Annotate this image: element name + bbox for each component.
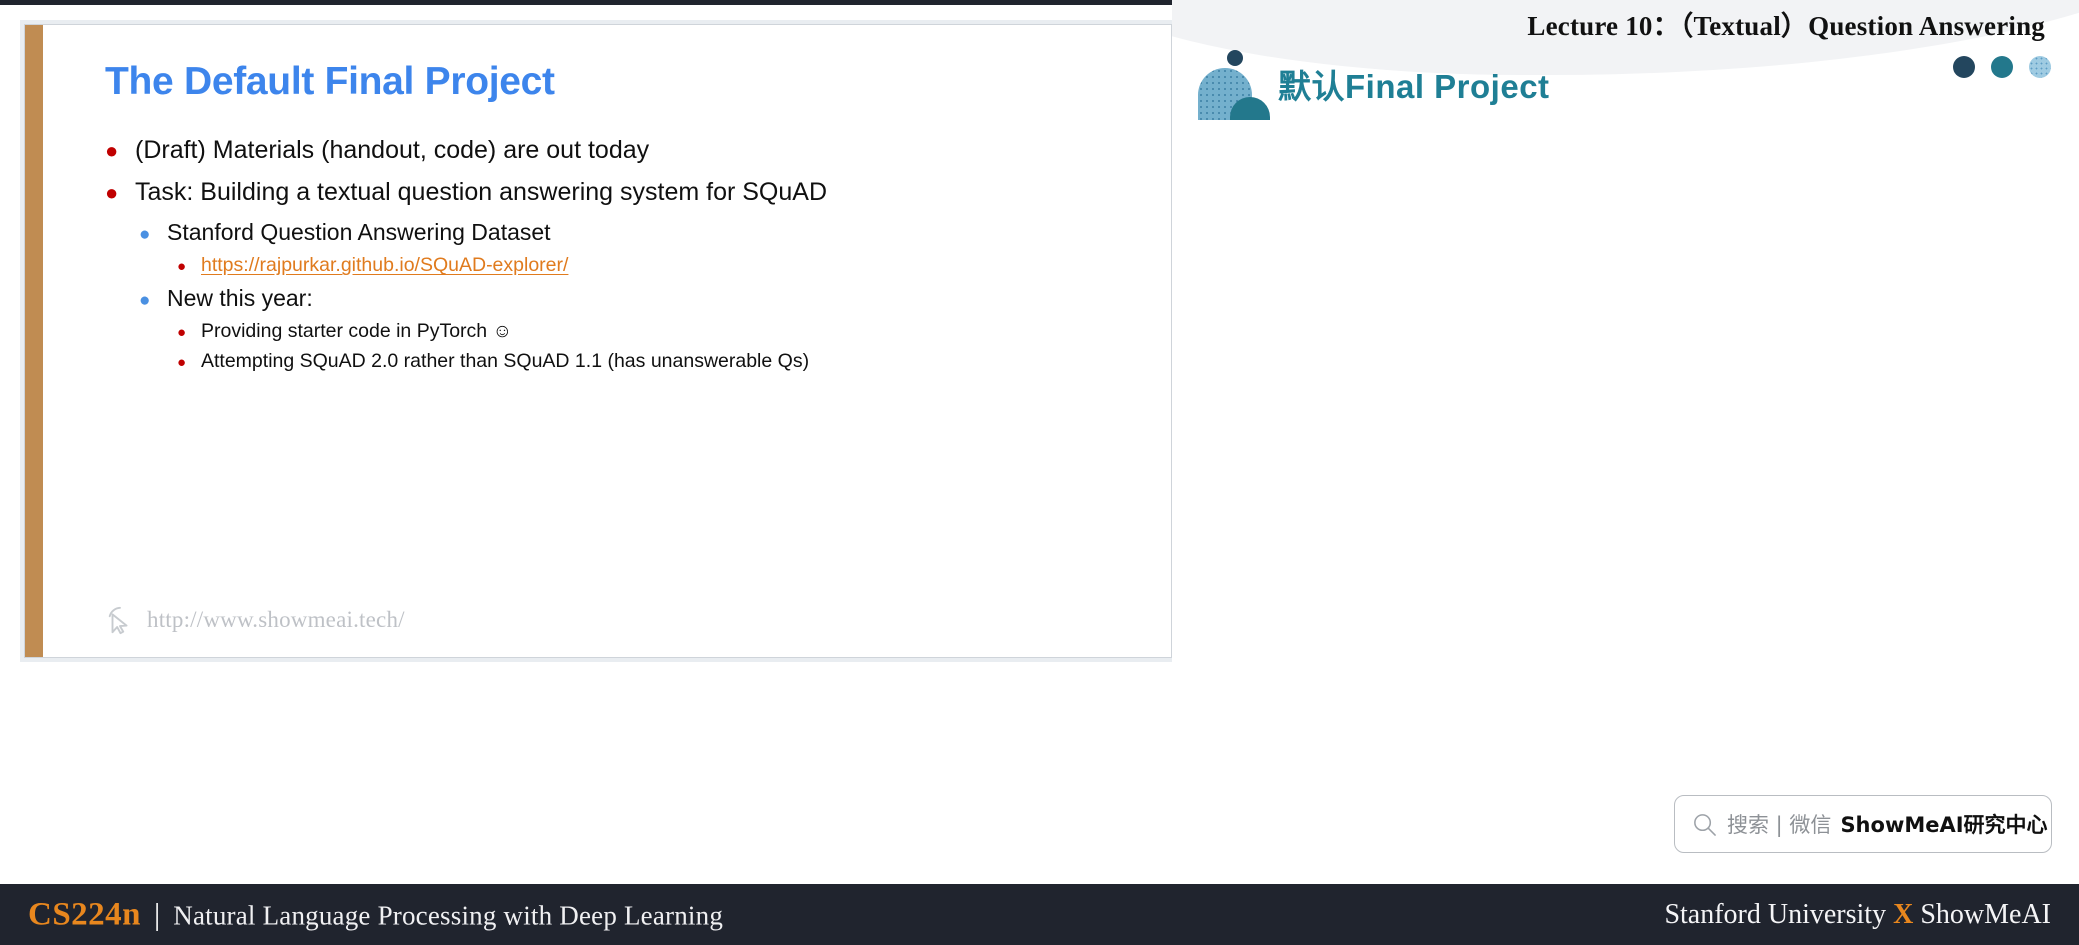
slide-capture-root: The Default Final Project ● (Draft) Mate… bbox=[0, 0, 2079, 945]
footer-course-name: Natural Language Processing with Deep Le… bbox=[173, 900, 724, 930]
showmeai-logo-mark bbox=[1198, 48, 1270, 120]
bullet-item: ● Attempting SQuAD 2.0 rather than SQuAD… bbox=[177, 348, 1131, 375]
watermark-url: http://www.showmeai.tech/ bbox=[147, 607, 405, 632]
slide-accent-bar bbox=[25, 25, 43, 657]
presentation-slide: The Default Final Project ● (Draft) Mate… bbox=[24, 24, 1172, 658]
bullet-text: Stanford Question Answering Dataset bbox=[167, 219, 551, 246]
bullet-list: ● (Draft) Materials (handout, code) are … bbox=[105, 134, 1131, 376]
footer-right-suffix: ShowMeAI bbox=[1913, 898, 2051, 930]
logo-dot-shape bbox=[1227, 50, 1243, 66]
deco-dot-teal bbox=[1991, 56, 2013, 78]
right-panel: Lecture 10：（Textual）Question Answering 默… bbox=[1172, 0, 2079, 880]
bullet-item: ● Providing starter code in PyTorch ☺ bbox=[177, 318, 1131, 346]
bullet-dot: ● bbox=[177, 258, 187, 276]
search-bar[interactable]: 搜索 | 微信 ShowMeAI研究中心 bbox=[1674, 795, 2052, 853]
footer-bar: CS224n | Natural Language Processing wit… bbox=[0, 884, 2079, 945]
bullet-item: ● (Draft) Materials (handout, code) are … bbox=[105, 134, 1131, 168]
search-icon bbox=[1694, 813, 1716, 836]
bullet-dot: ● bbox=[139, 224, 151, 246]
bullet-text: Attempting SQuAD 2.0 rather than SQuAD 1… bbox=[201, 350, 810, 373]
bullet-text: (Draft) Materials (handout, code) are ou… bbox=[135, 135, 650, 164]
panel-heading: 默认Final Project bbox=[1278, 68, 1550, 105]
footer-right-prefix: Stanford University bbox=[1664, 898, 1894, 930]
search-brand: ShowMeAI研究中心 bbox=[1840, 813, 2048, 837]
bullet-item: ● Stanford Question Answering Dataset bbox=[139, 217, 1131, 248]
footer-right-x: X bbox=[1893, 898, 1914, 930]
cursor-icon bbox=[108, 606, 128, 635]
bullet-text: New this year: bbox=[167, 284, 313, 311]
footer-right: Stanford University X ShowMeAI bbox=[1664, 899, 2051, 931]
bullet-item: ● Task: Building a textual question answ… bbox=[105, 176, 1131, 210]
bullet-text-value: Providing starter code in PyTorch bbox=[201, 319, 488, 342]
bullet-item: ● New this year: bbox=[139, 283, 1131, 314]
bullet-item-link: ● https://rajpurkar.github.io/SQuAD-expl… bbox=[177, 252, 1131, 279]
decorative-dots bbox=[1953, 56, 2051, 78]
bullet-dot: ● bbox=[139, 289, 151, 311]
bullet-dot: ● bbox=[105, 179, 119, 205]
search-placeholder: 搜索 | 微信 bbox=[1727, 813, 1832, 837]
smiley-icon: ☺ bbox=[492, 320, 512, 342]
squad-explorer-link[interactable]: https://rajpurkar.github.io/SQuAD-explor… bbox=[201, 254, 568, 276]
footer-separator: | bbox=[154, 896, 161, 931]
slide-watermark: http://www.showmeai.tech/ bbox=[105, 605, 405, 635]
bullet-text: Task: Building a textual question answer… bbox=[135, 177, 828, 206]
bullet-dot: ● bbox=[177, 354, 187, 372]
bullet-text: Providing starter code in PyTorch ☺ bbox=[201, 318, 512, 346]
bullet-dot: ● bbox=[177, 323, 187, 341]
slide-content: The Default Final Project ● (Draft) Mate… bbox=[43, 25, 1171, 657]
bullet-dot: ● bbox=[105, 137, 119, 163]
bullet-text: https://rajpurkar.github.io/SQuAD-explor… bbox=[201, 252, 568, 279]
lecture-title: Lecture 10：（Textual）Question Answering bbox=[1527, 11, 2045, 41]
deco-dot-dark bbox=[1953, 56, 1975, 78]
footer-left: CS224n | Natural Language Processing wit… bbox=[28, 896, 723, 933]
footer-course-code: CS224n bbox=[28, 896, 142, 932]
deco-dot-light bbox=[2029, 56, 2051, 78]
slide-title: The Default Final Project bbox=[105, 60, 555, 103]
